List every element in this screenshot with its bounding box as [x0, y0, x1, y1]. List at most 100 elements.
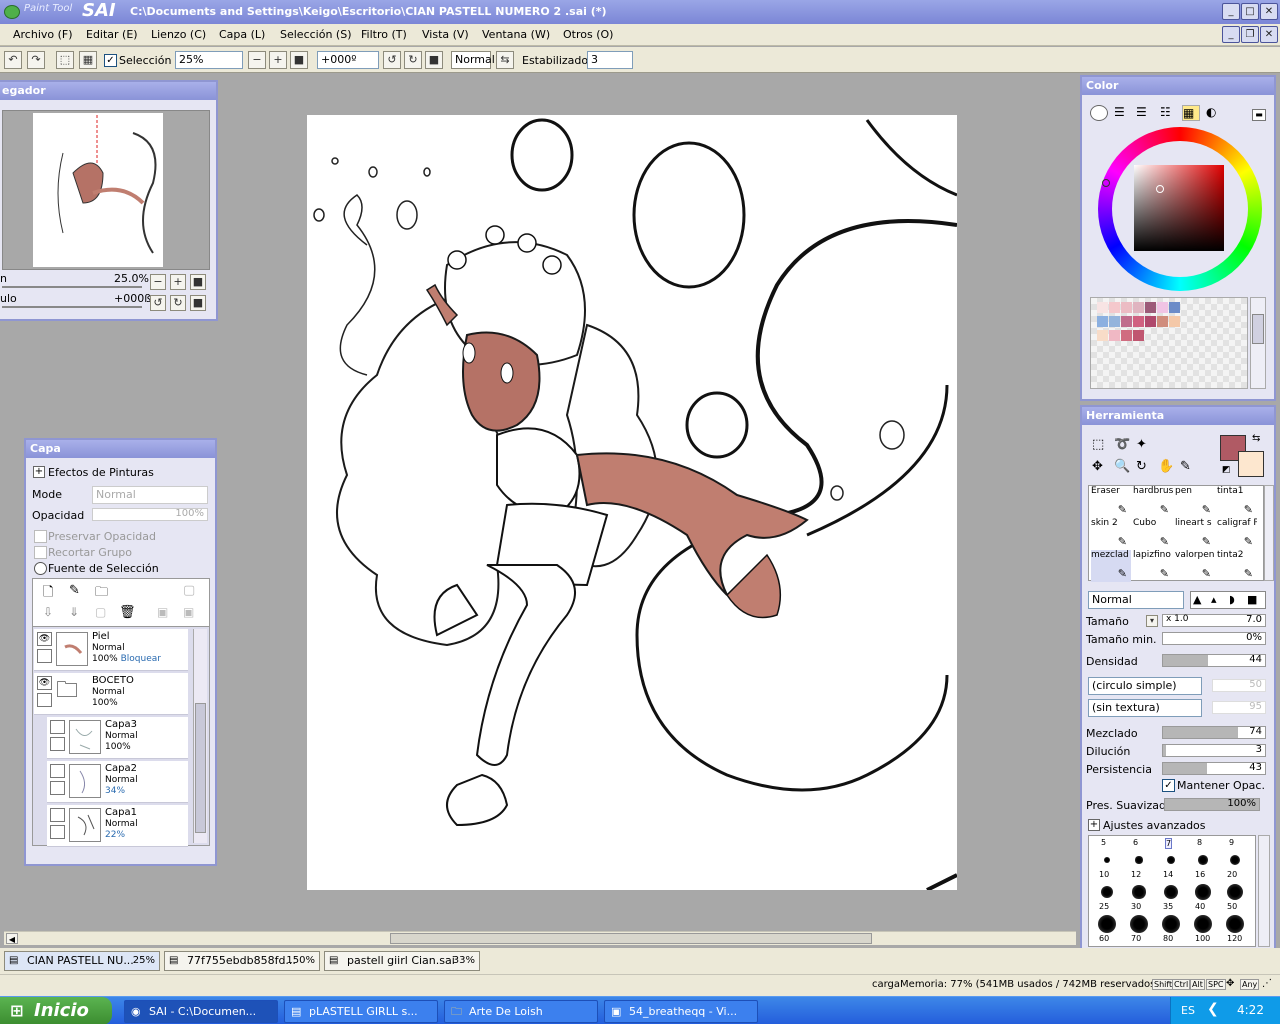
menu-capa[interactable]: Capa (L): [219, 28, 265, 41]
brush-slot[interactable]: lineart s ✎: [1175, 518, 1215, 550]
nav-zoom-reset-icon[interactable]: ■: [190, 274, 206, 290]
shape-round-icon[interactable]: ▴: [1211, 593, 1217, 606]
size-slider[interactable]: x 1.0 7.0: [1162, 614, 1266, 627]
brush-slot[interactable]: caligraf Pen ✎: [1217, 518, 1257, 550]
clip-group-checkbox[interactable]: [34, 546, 47, 559]
lasso-icon[interactable]: ➰: [1114, 437, 1130, 452]
new-vector-layer-icon[interactable]: ✎: [69, 583, 80, 598]
shape-square-icon[interactable]: ■: [1247, 593, 1257, 606]
color-swatch[interactable]: [1097, 330, 1108, 341]
swatch-scroll-thumb[interactable]: [1252, 314, 1264, 344]
transfer-down-icon[interactable]: ⇩: [43, 605, 53, 619]
rotate-reset-icon[interactable]: ■: [425, 51, 443, 69]
merge-down-icon[interactable]: ⇓: [69, 605, 79, 619]
texture-strength-slider[interactable]: 95: [1212, 701, 1266, 714]
new-folder-icon[interactable]: 🗀: [95, 583, 108, 605]
nav-zoom-out-icon[interactable]: −: [150, 274, 166, 290]
new-layer-icon[interactable]: 🗋: [43, 583, 53, 605]
expand-advanced-icon[interactable]: +: [1088, 819, 1100, 831]
hue-ring[interactable]: [1098, 127, 1262, 291]
smoothing-slider[interactable]: 100%: [1164, 798, 1260, 811]
color-swatch[interactable]: [1169, 302, 1180, 313]
rotate-left-icon[interactable]: ↺: [383, 51, 401, 69]
brush-size-dot[interactable]: [1198, 855, 1208, 865]
color-swatch[interactable]: [1097, 316, 1108, 327]
drawing-canvas[interactable]: [307, 115, 957, 890]
brush-size-dot[interactable]: [1163, 884, 1179, 900]
brush-size-dot[interactable]: [1132, 885, 1146, 899]
brush-size-dot[interactable]: [1226, 883, 1244, 901]
color-wheel-tab-icon[interactable]: [1090, 105, 1108, 121]
brush-size-dot[interactable]: [1135, 856, 1143, 864]
sv-cursor[interactable]: [1156, 185, 1164, 193]
color-swatch[interactable]: [1121, 302, 1132, 313]
brush-blend-select[interactable]: Normal: [1088, 591, 1184, 609]
brush-size-dot[interactable]: [1098, 915, 1116, 933]
brush-size-option[interactable]: 5: [1101, 838, 1106, 847]
rotate-right-icon[interactable]: ↻: [404, 51, 422, 69]
eye-icon[interactable]: 👁: [37, 676, 52, 690]
layer-lock-toggle[interactable]: [37, 693, 52, 707]
zoom-tool-icon[interactable]: 🔍: [1114, 459, 1130, 474]
zoom-reset-icon[interactable]: ■: [290, 51, 308, 69]
maximize-button[interactable]: □: [1241, 3, 1259, 20]
brush-size-dot[interactable]: [1162, 915, 1180, 933]
brush-size-dot[interactable]: [1130, 915, 1148, 933]
hidden-eye-icon[interactable]: [50, 764, 65, 778]
brush-shape-select[interactable]: (circulo simple): [1088, 677, 1202, 695]
doc-restore-button[interactable]: ❐: [1241, 26, 1259, 43]
eye-icon[interactable]: 👁: [37, 632, 52, 646]
nav-rotate-reset-icon[interactable]: ■: [190, 295, 206, 311]
zoom-select[interactable]: 25%: [175, 51, 243, 69]
reset-colors-icon[interactable]: ◩: [1222, 465, 1231, 475]
brush-size-dot[interactable]: [1101, 886, 1113, 898]
menu-seleccion[interactable]: Selección (S): [280, 28, 352, 41]
layer-row-capa1[interactable]: Capa1 Normal 22%: [47, 805, 188, 847]
color-swatch[interactable]: [1169, 316, 1180, 327]
brush-size-option[interactable]: 9: [1229, 838, 1234, 847]
hand-icon[interactable]: ✋: [1158, 459, 1174, 474]
layer-row-boceto[interactable]: 👁 🗀 BOCETO Normal 100%: [34, 673, 188, 715]
min-size-slider[interactable]: 0%: [1162, 632, 1266, 645]
navigator-angle-slider[interactable]: [2, 306, 142, 308]
doc-tab-2[interactable]: ▤ 77f755ebdb858fd... 150%: [164, 951, 320, 971]
task-arte-de-loish[interactable]: 🗀 Arte De Loish: [444, 1000, 598, 1023]
menu-ventana[interactable]: Ventana (W): [482, 28, 550, 41]
doc-tab-1[interactable]: ▤ CIAN PASTELL NU... 25%: [4, 951, 160, 971]
start-button[interactable]: ⊞ Inicio: [0, 997, 112, 1024]
nav-rotate-right-icon[interactable]: ↻: [170, 295, 186, 311]
layer-settings-icon[interactable]: ▢: [183, 583, 195, 598]
shape-strength-slider[interactable]: 50: [1212, 679, 1266, 692]
task-plastell[interactable]: ▤ pLASTELL GIRLL s...: [284, 1000, 438, 1023]
swatch-scrollbar[interactable]: [1250, 297, 1266, 389]
color-swatch[interactable]: [1109, 330, 1120, 341]
clear-layer-icon[interactable]: ▢: [95, 605, 106, 619]
brush-slot[interactable]: valorpen ✎: [1175, 550, 1215, 582]
layer-row-piel[interactable]: 👁 Piel Normal 100% Bloquear: [34, 629, 188, 671]
persistence-slider[interactable]: 43: [1162, 762, 1266, 775]
texture-select[interactable]: (sin textura): [1088, 699, 1202, 717]
scratchpad-tab-icon[interactable]: ◐: [1206, 105, 1224, 121]
layer-lock-toggle[interactable]: [50, 781, 65, 795]
brush-slot[interactable]: tinta1 ✎: [1217, 486, 1257, 518]
stabilizer-select[interactable]: 3: [587, 51, 633, 69]
language-indicator[interactable]: ES: [1181, 1004, 1195, 1017]
resize-grip-icon[interactable]: ⋰: [1262, 978, 1272, 989]
rotate-tool-icon[interactable]: ↻: [1136, 459, 1147, 474]
flip-icon[interactable]: ⇆: [496, 51, 514, 69]
navigator-zoom-slider[interactable]: [2, 286, 142, 288]
swatch-grid[interactable]: [1090, 297, 1248, 389]
color-swatch[interactable]: [1121, 316, 1132, 327]
nav-rotate-left-icon[interactable]: ↺: [150, 295, 166, 311]
zoom-in-icon[interactable]: +: [269, 51, 287, 69]
invert-selection-icon[interactable]: ▦: [79, 51, 97, 69]
brush-slot[interactable]: mezclad ✎: [1091, 550, 1131, 582]
selection-checkbox[interactable]: ✓: [104, 54, 117, 67]
shape-flat-icon[interactable]: ◗: [1229, 593, 1235, 606]
hscroll-thumb[interactable]: [390, 933, 872, 944]
keep-opacity-checkbox[interactable]: ✓: [1162, 779, 1175, 792]
hidden-eye-icon[interactable]: [50, 808, 65, 822]
menu-vista[interactable]: Vista (V): [422, 28, 469, 41]
doc-tab-3[interactable]: ▤ pastell giirl Cian.sai 33%: [324, 951, 480, 971]
color-swatch[interactable]: [1109, 316, 1120, 327]
